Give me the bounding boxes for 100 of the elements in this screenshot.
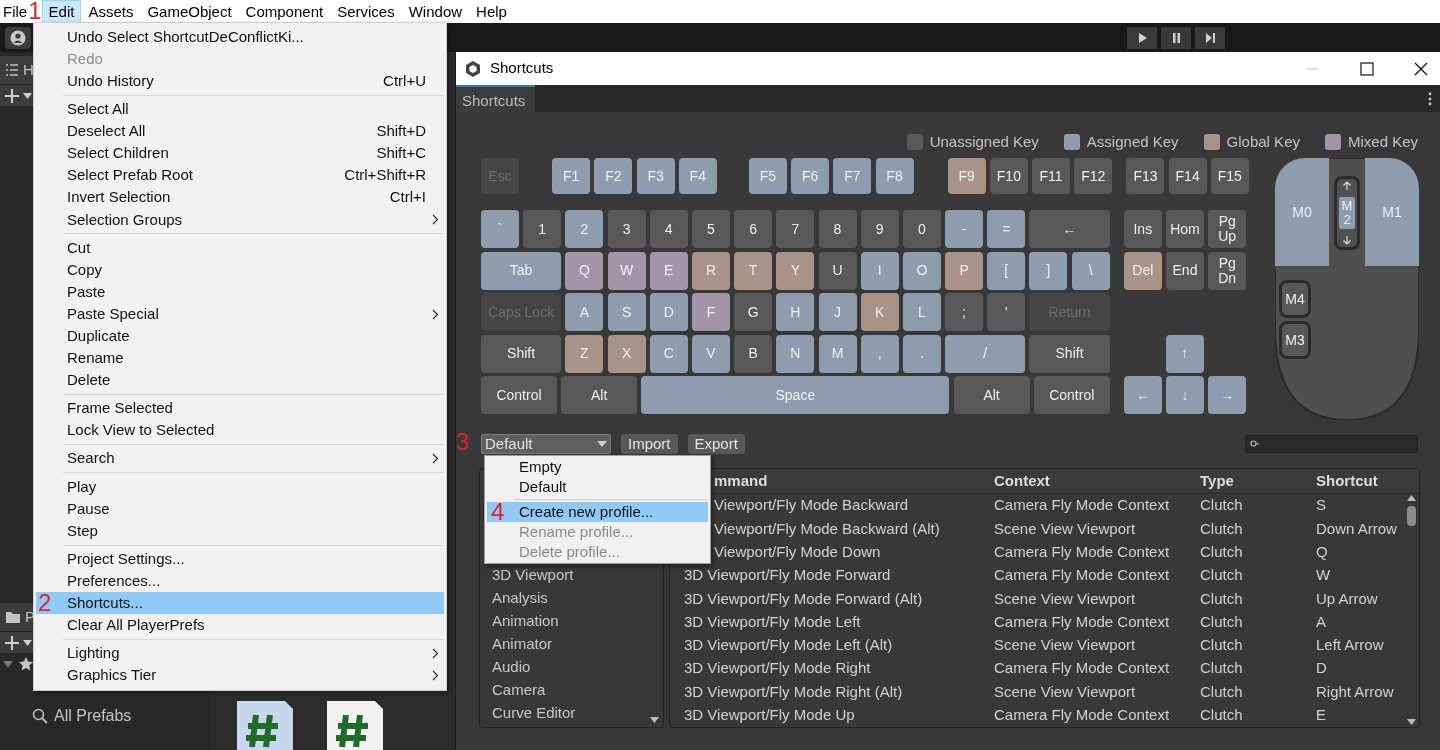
menu-bar-item[interactable]: Assets [81, 0, 141, 23]
caret-icon[interactable] [23, 92, 32, 99]
script-file-icon[interactable] [327, 701, 383, 750]
menu-item[interactable]: Clear All PlayerPrefs [36, 614, 444, 637]
key[interactable]: F10 [989, 158, 1028, 194]
plus-icon[interactable] [3, 86, 21, 105]
key[interactable]: M3 [1279, 321, 1311, 359]
menu-item[interactable]: Select Prefab Root Ctrl+Shift+R [36, 164, 444, 187]
menu-item[interactable]: Lock View to Selected [36, 419, 444, 442]
key[interactable]: 1 [523, 210, 562, 248]
key[interactable]: ; [945, 293, 984, 331]
key[interactable]: Control [1033, 376, 1110, 414]
menu-item[interactable]: Empty [487, 457, 708, 477]
category-item[interactable]: Camera [480, 678, 663, 701]
key[interactable]: ' [987, 293, 1026, 331]
toolbar-button[interactable]: Export [687, 434, 745, 454]
key[interactable]: Control [481, 376, 557, 414]
key[interactable]: F12 [1074, 158, 1113, 194]
menu-item[interactable]: 2 Shortcuts... [36, 592, 444, 615]
key[interactable]: F11 [1032, 158, 1071, 194]
category-item[interactable]: Analysis [480, 586, 663, 609]
key[interactable]: Alt [561, 376, 638, 414]
menu-item[interactable]: Select All [36, 98, 444, 121]
key[interactable]: M4 [1279, 280, 1311, 318]
key[interactable]: F14 [1168, 158, 1207, 194]
column-header[interactable]: Shortcut [1302, 469, 1378, 493]
expand-arrow-icon[interactable] [3, 660, 13, 668]
menu-item[interactable]: Lighting [36, 642, 444, 665]
category-item[interactable]: Animator [480, 632, 663, 655]
menu-item[interactable]: Invert Selection Ctrl+I [36, 186, 444, 209]
menu-item[interactable]: Paste Special [36, 303, 444, 326]
scroll-down-icon[interactable] [1407, 719, 1416, 725]
key[interactable]: 9 [860, 210, 899, 248]
menu-bar-item[interactable]: Edit [41, 0, 82, 23]
key[interactable]: B [734, 334, 773, 373]
scroll-down-icon[interactable] [650, 717, 659, 723]
column-header[interactable]: Context [980, 469, 1186, 493]
search-field[interactable] [1245, 435, 1418, 453]
category-item[interactable]: Audio [480, 655, 663, 678]
menu-item[interactable]: Frame Selected [36, 397, 444, 420]
key[interactable]: ← [1029, 210, 1110, 248]
script-file-icon[interactable] [237, 701, 293, 750]
menu-item[interactable]: Project Settings... [36, 548, 444, 571]
profile-dropdown[interactable]: Default [481, 434, 611, 454]
key[interactable]: Shift [1029, 334, 1110, 373]
account-button[interactable] [5, 26, 31, 49]
key[interactable]: U [818, 251, 857, 290]
key[interactable]: 6 [734, 210, 773, 248]
menu-item[interactable]: Undo History Ctrl+U [36, 70, 444, 93]
key[interactable]: Alt [953, 376, 1030, 414]
tab-label[interactable]: H [23, 58, 34, 82]
menu-item[interactable]: Deselect All Shift+D [36, 120, 444, 143]
menu-item[interactable]: Duplicate [36, 325, 444, 348]
menu-item[interactable]: Step [36, 519, 444, 543]
key[interactable]: Pg Dn [1208, 251, 1247, 290]
menu-item[interactable]: Delete [36, 369, 444, 392]
category-item[interactable]: Curve Editor [480, 701, 663, 724]
key[interactable]: 5 [691, 210, 730, 248]
play-button[interactable] [1127, 26, 1157, 49]
menu-item[interactable]: Preferences... [36, 570, 444, 593]
more-options-icon[interactable] [1428, 92, 1432, 106]
key[interactable]: 3 [607, 210, 646, 248]
key[interactable]: 7 [776, 210, 815, 248]
column-header[interactable]: Type [1186, 469, 1302, 493]
toolbar-button[interactable]: Import [621, 434, 678, 454]
column-header[interactable]: mmand [714, 469, 980, 493]
key[interactable]: F13 [1126, 158, 1165, 194]
key[interactable]: End [1166, 251, 1204, 290]
menu-item[interactable]: 4 Create new profile... [487, 502, 708, 522]
pause-button[interactable] [1161, 26, 1191, 49]
step-button[interactable] [1195, 26, 1225, 49]
key[interactable]: Shift [481, 334, 562, 373]
menu-item[interactable]: Play [36, 475, 444, 498]
menu-item[interactable]: Selection Groups [36, 208, 444, 231]
menu-bar-item[interactable]: Services [330, 0, 402, 23]
key[interactable]: Ins [1123, 210, 1162, 248]
menu-bar-item[interactable]: GameObject [140, 0, 239, 23]
menu-item[interactable]: Rename [36, 347, 444, 370]
key[interactable]: Hom [1166, 210, 1204, 248]
menu-bar-item[interactable]: File [0, 0, 29, 23]
maximize-icon[interactable] [1360, 61, 1374, 76]
key[interactable]: 0 [902, 210, 941, 248]
category-item[interactable]: 3D Viewport [480, 563, 663, 586]
menu-item[interactable]: Graphics Tier [36, 664, 444, 687]
menu-item[interactable]: Pause [36, 497, 444, 520]
menu-item[interactable]: Copy [36, 258, 444, 282]
plus-icon[interactable] [3, 633, 21, 652]
scrollbar-thumb[interactable] [1407, 506, 1416, 526]
key[interactable]: Pg Up [1208, 210, 1247, 248]
menu-item[interactable]: Select Children Shift+C [36, 142, 444, 165]
menu-item[interactable]: Cut [36, 236, 444, 259]
favorite-item[interactable]: All Prefabs [54, 704, 132, 728]
key[interactable]: G [734, 293, 773, 331]
menu-bar-item[interactable]: Help [469, 0, 514, 23]
caret-icon[interactable] [23, 639, 32, 646]
menu-item[interactable]: Default [487, 477, 708, 497]
menu-item[interactable]: Paste [36, 281, 444, 304]
menu-item[interactable]: Search [36, 447, 444, 470]
close-icon[interactable] [1414, 61, 1428, 76]
key[interactable]: 8 [818, 210, 857, 248]
